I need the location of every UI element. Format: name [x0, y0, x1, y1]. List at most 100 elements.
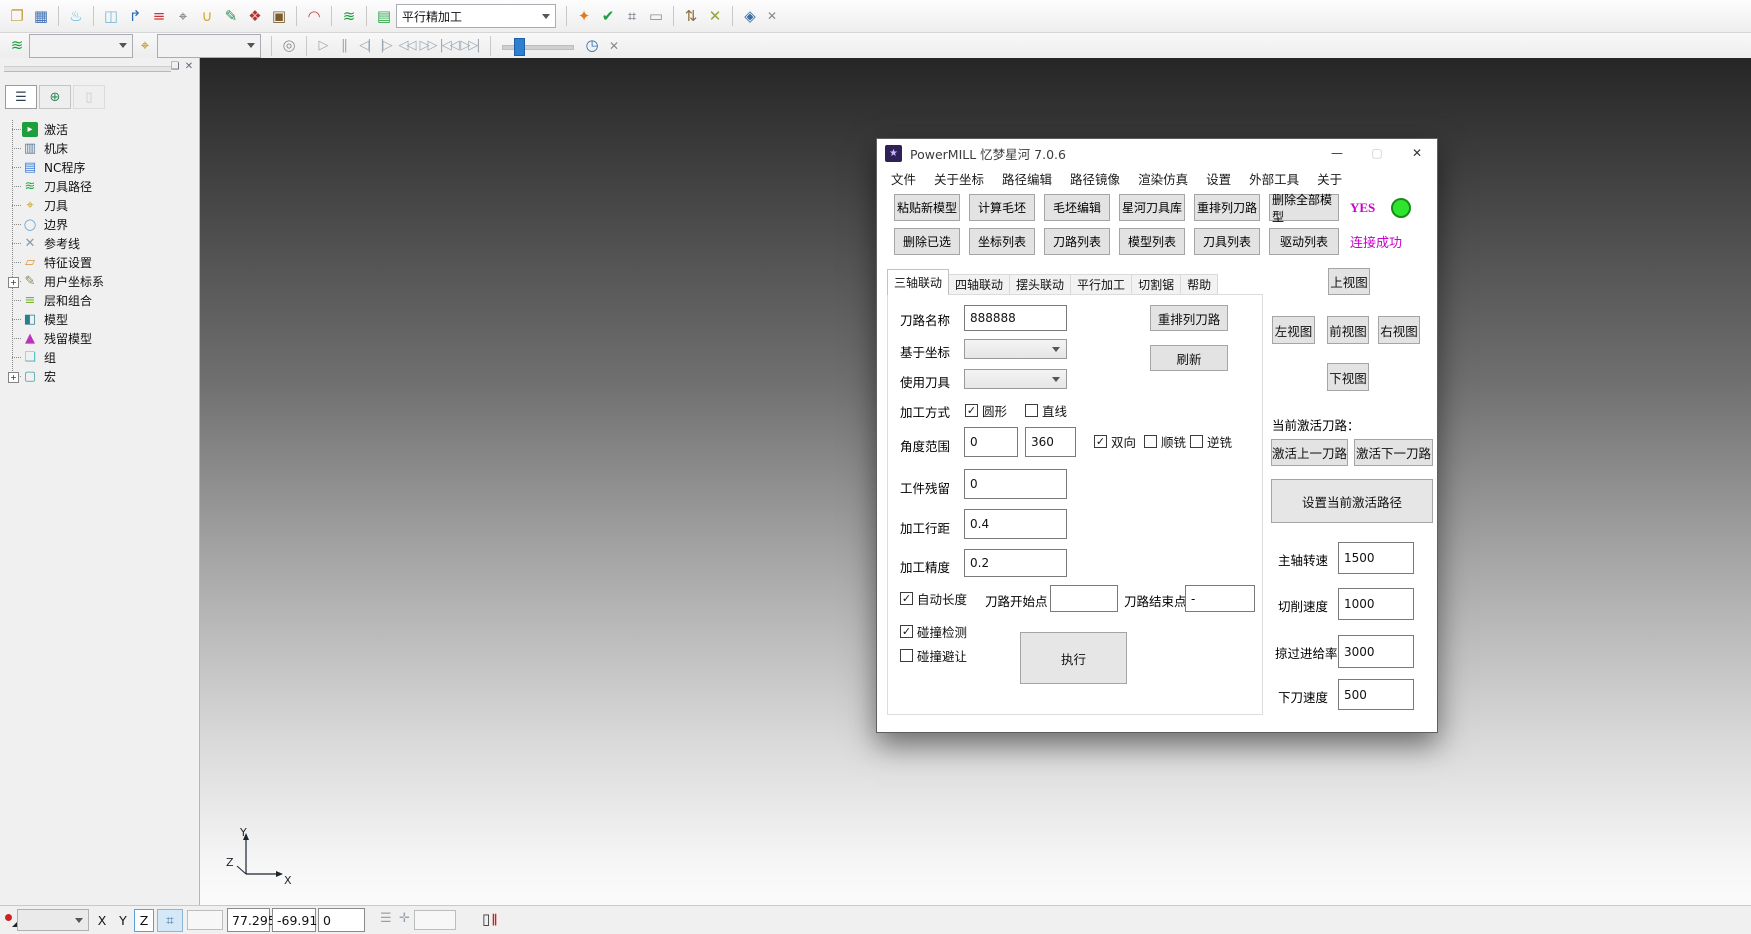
- tool-list-button[interactable]: 刀具列表: [1194, 228, 1260, 255]
- status-blank-field-2[interactable]: [414, 910, 456, 930]
- block-edit-button[interactable]: 毛坯编辑: [1044, 194, 1110, 221]
- active-toolpath-icon[interactable]: ≋: [337, 4, 361, 28]
- tab-4axis[interactable]: 四轴联动: [948, 274, 1010, 295]
- circle-checkbox[interactable]: 圆形: [965, 401, 1007, 420]
- pause-icon[interactable]: ||: [333, 36, 354, 56]
- boundary-icon[interactable]: ∪: [195, 4, 219, 28]
- dialog-titlebar[interactable]: ★ PowerMILL 忆梦星河 7.0.6 — ▢ ✕: [877, 139, 1437, 167]
- tool-select[interactable]: [964, 369, 1067, 389]
- set-active-path-button[interactable]: 设置当前激活路径: [1271, 479, 1433, 523]
- light-icon[interactable]: ◎: [277, 34, 301, 58]
- conventional-mill-checkbox[interactable]: 逆铣: [1190, 432, 1232, 451]
- path-start-input[interactable]: [1050, 585, 1118, 612]
- toolpath-name-input[interactable]: 888888: [964, 305, 1067, 331]
- stock-model-icon[interactable]: ◈: [738, 4, 762, 28]
- tree-item-machine-tool[interactable]: ▥ 机床: [6, 139, 197, 158]
- view-front-button[interactable]: 前视图: [1327, 316, 1369, 344]
- view-right-button[interactable]: 右视图: [1378, 316, 1420, 344]
- expand-icon[interactable]: +: [8, 277, 19, 288]
- close-button[interactable]: ✕: [1397, 139, 1437, 167]
- leads-links-icon[interactable]: ◠: [302, 4, 326, 28]
- tab-saw[interactable]: 切割锯: [1131, 274, 1181, 295]
- tree-item-levels-sets[interactable]: ≡ 层和组合: [6, 291, 197, 310]
- auto-length-checkbox[interactable]: 自动长度: [900, 589, 967, 608]
- collision-check-checkbox[interactable]: 碰撞检测: [900, 622, 967, 641]
- cursor-x-field[interactable]: 77.2951: [227, 908, 270, 932]
- cursor-y-field[interactable]: -69.918: [272, 908, 316, 932]
- transform-icon[interactable]: ✕: [703, 4, 727, 28]
- workplane-list-button[interactable]: 坐标列表: [969, 228, 1035, 255]
- plunge-feed-input[interactable]: 500: [1338, 679, 1414, 710]
- save-icon[interactable]: ▦: [29, 4, 53, 28]
- verify-icon[interactable]: ✔: [596, 4, 620, 28]
- model-list-button[interactable]: 模型列表: [1119, 228, 1185, 255]
- speed-clock-icon[interactable]: ◷: [580, 34, 604, 58]
- feature-sets-icon[interactable]: ≡: [147, 4, 171, 28]
- tree-item-feature-sets[interactable]: ▱ 特征设置: [6, 253, 197, 272]
- activate-prev-button[interactable]: 激活上一刀路: [1271, 439, 1348, 466]
- menu-path-edit[interactable]: 路径编辑: [993, 169, 1061, 188]
- path-end-input[interactable]: -: [1185, 585, 1255, 612]
- fast-forward-icon[interactable]: ▷▷: [417, 36, 438, 56]
- explorer-tab[interactable]: ☰: [5, 85, 37, 109]
- sim-toolpath-icon[interactable]: ≋: [5, 34, 29, 58]
- go-start-icon[interactable]: |◁◁: [438, 36, 459, 56]
- toolpath-list-button[interactable]: 刀路列表: [1044, 228, 1110, 255]
- maximize-button[interactable]: ▢: [1357, 139, 1397, 167]
- strategy-combobox[interactable]: 平行精加工: [396, 4, 556, 28]
- stepover-input[interactable]: 0.4: [964, 509, 1067, 539]
- calc-block-button[interactable]: 计算毛坯: [969, 194, 1035, 221]
- delete-selected-button[interactable]: 删除已选: [894, 228, 960, 255]
- tree-item-stock-models[interactable]: ▲ 残留模型: [6, 329, 197, 348]
- status-combobox[interactable]: [17, 909, 89, 931]
- skim-feed-input[interactable]: 3000: [1338, 635, 1414, 668]
- open-file-icon[interactable]: ❐: [5, 4, 29, 28]
- menu-workplane[interactable]: 关于坐标: [925, 169, 993, 188]
- view-bottom-button[interactable]: 下视图: [1327, 363, 1369, 391]
- menu-path-mirror[interactable]: 路径镜像: [1061, 169, 1129, 188]
- nc-program-icon[interactable]: ✦: [572, 4, 596, 28]
- rewind-icon[interactable]: ◁◁: [396, 36, 417, 56]
- menu-settings[interactable]: 设置: [1197, 169, 1240, 188]
- window-layout-icon[interactable]: ▯ ∥: [482, 910, 497, 928]
- grid-toggle-button[interactable]: ⌗: [157, 909, 183, 932]
- spindle-speed-input[interactable]: 1500: [1338, 542, 1414, 574]
- points-icon[interactable]: ❖: [243, 4, 267, 28]
- tab-3axis[interactable]: 三轴联动: [887, 269, 949, 295]
- pattern-icon[interactable]: ✎: [219, 4, 243, 28]
- menu-about[interactable]: 关于: [1308, 169, 1351, 188]
- minimize-button[interactable]: —: [1317, 139, 1357, 167]
- tolerance-input[interactable]: 0.2: [964, 549, 1067, 577]
- axis-x-button[interactable]: X: [92, 909, 112, 932]
- drive-list-button[interactable]: 驱动列表: [1269, 228, 1339, 255]
- reorder-toolpaths-button[interactable]: 重排列刀路: [1194, 194, 1260, 221]
- tool-library-button[interactable]: 星河刀具库: [1119, 194, 1185, 221]
- status-blank-field[interactable]: [187, 910, 223, 930]
- bidirectional-checkbox[interactable]: 双向: [1094, 432, 1136, 451]
- tree-item-tools[interactable]: ⌖ 刀具: [6, 196, 197, 215]
- panel-close-icon[interactable]: ✕: [183, 60, 195, 72]
- ruler-icon[interactable]: ▭: [644, 4, 668, 28]
- shaded-model-icon[interactable]: ♨: [64, 4, 88, 28]
- line-checkbox[interactable]: 直线: [1025, 401, 1067, 420]
- sim-close-icon[interactable]: ✕: [604, 34, 624, 58]
- tree-item-models[interactable]: ◧ 模型: [6, 310, 197, 329]
- tab-parallel[interactable]: 平行加工: [1070, 274, 1132, 295]
- axis-y-button[interactable]: Y: [113, 909, 133, 932]
- panel-grip[interactable]: [4, 66, 171, 72]
- step-forward-icon[interactable]: |▷: [375, 36, 396, 56]
- toolpath-strategies-icon[interactable]: ↱: [123, 4, 147, 28]
- workplane-select[interactable]: [964, 339, 1067, 359]
- view-left-button[interactable]: 左视图: [1272, 316, 1315, 344]
- globe-tab[interactable]: ⊕: [39, 85, 71, 109]
- stock-remaining-input[interactable]: 0: [964, 469, 1067, 499]
- activate-next-button[interactable]: 激活下一刀路: [1354, 439, 1433, 466]
- go-end-icon[interactable]: ▷▷|: [459, 36, 480, 56]
- tree-item-patterns[interactable]: ✕ 参考线: [6, 234, 197, 253]
- tree-item-boundaries[interactable]: ◯ 边界: [6, 215, 197, 234]
- tree-item-workplanes[interactable]: + ✎ 用户坐标系: [6, 272, 197, 291]
- refresh-button[interactable]: 刷新: [1150, 345, 1228, 371]
- paste-model-button[interactable]: 粘贴新模型: [894, 194, 960, 221]
- tool-create-icon[interactable]: ⌖: [171, 4, 195, 28]
- tree-item-active[interactable]: ▸ 激活: [6, 120, 197, 139]
